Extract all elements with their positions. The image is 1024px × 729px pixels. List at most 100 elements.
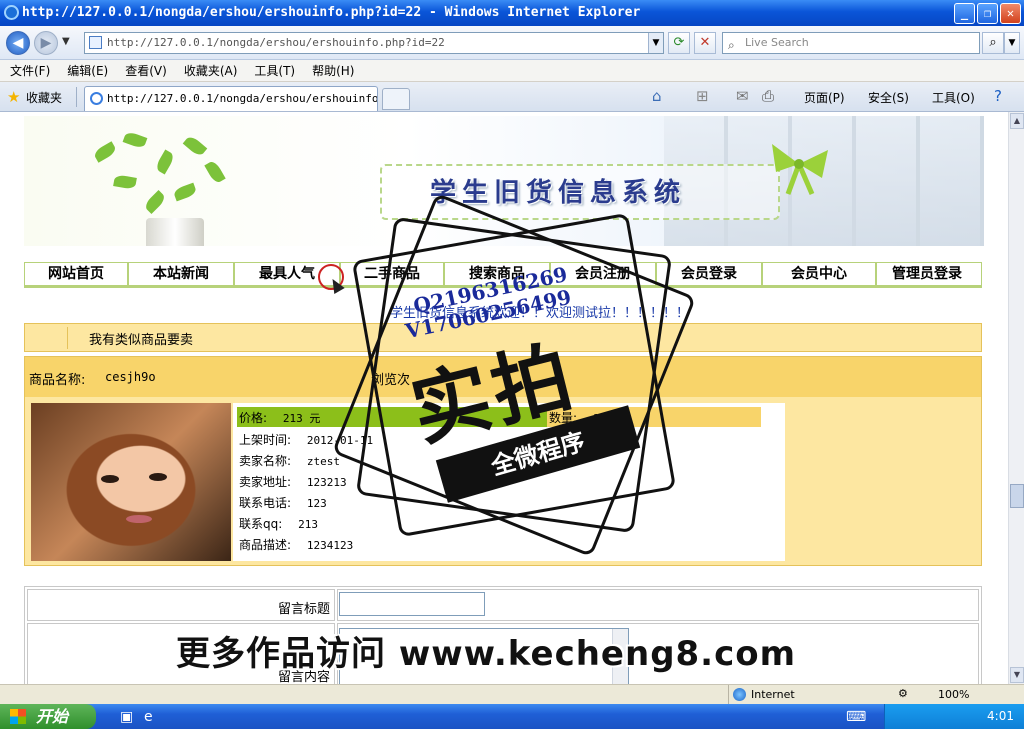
nav-news[interactable]: 本站新闻 <box>129 263 235 285</box>
product-photo[interactable] <box>31 403 231 561</box>
comment-title-cell: 留言标题 <box>27 589 335 621</box>
menu-bar: 文件(F) 编辑(E) 查看(V) 收藏夹(A) 工具(T) 帮助(H) <box>0 60 1024 82</box>
divider <box>76 87 77 107</box>
menu-file[interactable]: 文件(F) <box>10 60 50 81</box>
feeds-icon[interactable]: ⊞ <box>696 87 709 105</box>
price-line: 价格: 213 元 <box>239 409 320 426</box>
windows-taskbar: 开始 ▣ e ⌨ 4:01 <box>0 704 1024 729</box>
detail-row: 联系qq: 213 <box>239 515 318 532</box>
window-title: http://127.0.0.1/nongda/ershou/ershouinf… <box>22 5 641 20</box>
detail-value: ztest <box>306 455 340 468</box>
zoom-level[interactable]: 100% <box>938 685 969 704</box>
page-icon <box>89 36 102 49</box>
search-placeholder: Live Search <box>745 36 809 49</box>
divider <box>67 327 68 349</box>
scroll-up-icon[interactable]: ▲ <box>1010 113 1024 129</box>
scroll-down-icon[interactable]: ▼ <box>1010 667 1024 683</box>
status-bar: Internet ⚙ 100% <box>0 684 1024 705</box>
detail-row: 商品描述: 1234123 <box>239 536 353 553</box>
nav-secondhand[interactable]: 二手商品 <box>341 263 445 285</box>
back-button[interactable]: ◀ <box>6 31 30 55</box>
help-icon[interactable]: ? <box>994 87 1002 105</box>
tab-active[interactable]: http://127.0.0.1/nongda/ershou/ershouinf… <box>84 86 378 111</box>
favorites-star-icon[interactable]: ★ <box>7 88 20 106</box>
refresh-icon[interactable]: ⟳ <box>668 32 690 54</box>
detail-label: 上架时间: <box>239 433 292 447</box>
window-controls: _ ❐ ✕ <box>954 3 1021 24</box>
address-dropdown-icon[interactable]: ▼ <box>648 33 663 53</box>
tab-ie-icon <box>90 92 103 105</box>
favorites-button[interactable]: 收藏夹 <box>26 89 62 106</box>
detail-label: 联系电话: <box>239 496 292 510</box>
maximize-button[interactable]: ❐ <box>977 3 998 24</box>
detail-label: 卖家名称: <box>239 454 292 468</box>
start-button[interactable]: 开始 <box>0 704 96 729</box>
watermark-site-banner: 更多作品访问 www.kecheng8.com <box>176 634 797 674</box>
folder-icon[interactable]: ▣ <box>120 709 133 725</box>
detail-label: 商品描述: <box>239 538 292 552</box>
search-go-button[interactable]: ⌕ <box>982 32 1004 54</box>
clock: 4:01 <box>987 709 1014 723</box>
close-button[interactable]: ✕ <box>1000 3 1021 24</box>
mail-icon[interactable]: ✉ <box>736 87 749 105</box>
new-tab-button[interactable] <box>382 88 410 110</box>
comment-title-label: 留言标题 <box>277 602 330 617</box>
internet-globe-icon <box>733 688 746 701</box>
site-banner: 学生旧货信息系统 <box>24 116 984 246</box>
address-value: http://127.0.0.1/nongda/ershou/ershouinf… <box>107 36 445 49</box>
ie-logo-icon <box>4 5 19 20</box>
price-label: 价格: <box>239 411 268 425</box>
address-toolbar: ◀ ▶ ▼ http://127.0.0.1/nongda/ershou/ers… <box>0 26 1024 60</box>
site-title: 学生旧货信息系统 <box>430 178 687 208</box>
menu-tools[interactable]: 工具(T) <box>254 60 295 81</box>
menu-help[interactable]: 帮助(H) <box>312 60 354 81</box>
search-input[interactable]: ⌕ Live Search <box>722 32 980 54</box>
zone-label: Internet <box>751 688 795 701</box>
history-dropdown-icon[interactable]: ▼ <box>62 36 70 47</box>
scroll-thumb[interactable] <box>1010 484 1024 508</box>
detail-label: 卖家地址: <box>239 475 292 489</box>
security-zone: Internet <box>728 685 888 705</box>
detail-label: 联系qq: <box>239 517 283 531</box>
nav-home[interactable]: 网站首页 <box>25 263 129 285</box>
nav-admin-login[interactable]: 管理员登录 <box>877 263 977 285</box>
detail-row: 卖家名称: ztest <box>239 452 340 469</box>
ribbon-bow-icon <box>772 144 828 195</box>
tab-bar: ★ 收藏夹 http://127.0.0.1/nongda/ershou/ers… <box>0 82 1024 112</box>
comment-title-input[interactable] <box>339 592 485 616</box>
menu-view[interactable]: 查看(V) <box>125 60 167 81</box>
sell-similar-link[interactable]: 我有类似商品要卖 <box>89 329 193 348</box>
home-icon[interactable]: ⌂ <box>652 87 662 105</box>
protected-mode-icon[interactable]: ⚙ <box>898 687 908 700</box>
page-menu-button[interactable]: 页面(P) <box>804 89 845 106</box>
plant-image <box>54 126 254 246</box>
detail-row: 联系电话: 123 <box>239 494 327 511</box>
price-value: 213 元 <box>282 412 321 425</box>
detail-row: 卖家地址: 123213 <box>239 473 347 490</box>
print-icon[interactable]: ⎙ <box>762 87 774 105</box>
tools-menu-button[interactable]: 工具(O) <box>932 89 975 106</box>
page-scrollbar[interactable]: ▲ ▼ <box>1008 112 1024 684</box>
window-titlebar: http://127.0.0.1/nongda/ershou/ershouinf… <box>0 0 1024 26</box>
nav-login[interactable]: 会员登录 <box>657 263 763 285</box>
detail-value: 1234123 <box>306 539 354 552</box>
search-icon: ⌕ <box>728 38 735 52</box>
safety-menu-button[interactable]: 安全(S) <box>868 89 909 106</box>
menu-favorites[interactable]: 收藏夹(A) <box>184 60 238 81</box>
forward-button[interactable]: ▶ <box>34 31 58 55</box>
detail-row: 上架时间: 2012-01-11 <box>239 431 373 448</box>
nav-member-center[interactable]: 会员中心 <box>763 263 877 285</box>
minimize-button[interactable]: _ <box>954 3 975 24</box>
stop-icon[interactable]: ✕ <box>694 32 716 54</box>
detail-value: 123 <box>306 497 327 510</box>
search-options-icon[interactable]: ▼ <box>1004 32 1020 54</box>
start-label: 开始 <box>36 707 69 726</box>
keyboard-icon[interactable]: ⌨ <box>846 709 866 725</box>
windows-logo-icon <box>10 709 26 724</box>
ie-quicklaunch-icon[interactable]: e <box>144 709 153 725</box>
tab-title: http://127.0.0.1/nongda/ershou/ershouinf… <box>107 92 378 105</box>
detail-value: 123213 <box>306 476 347 489</box>
menu-edit[interactable]: 编辑(E) <box>67 60 108 81</box>
photo-detail <box>126 515 152 523</box>
address-input[interactable]: http://127.0.0.1/nongda/ershou/ershouinf… <box>84 32 664 54</box>
